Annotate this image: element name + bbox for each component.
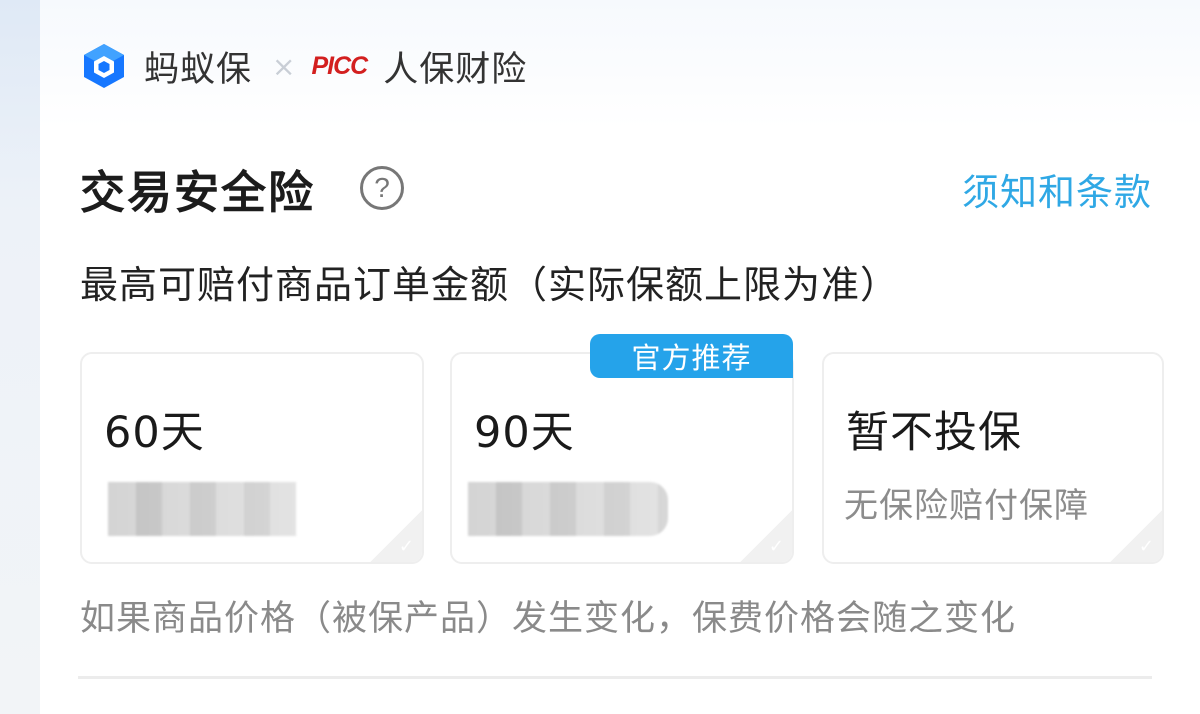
ant-insurance-logo-icon: [78, 40, 130, 92]
option-label: 90天: [474, 408, 575, 458]
blurred-price: [468, 482, 668, 536]
picc-logo: PICC: [311, 51, 368, 80]
option-90-days[interactable]: 90天 ✓: [450, 352, 794, 564]
checkmark-icon: ✓: [740, 510, 792, 562]
checkmark-icon: ✓: [1110, 510, 1162, 562]
blurred-price: [108, 482, 296, 536]
terms-link[interactable]: 须知和条款: [962, 162, 1152, 216]
option-60-days[interactable]: 60天 ✓: [80, 352, 424, 564]
option-label: 暂不投保: [846, 408, 1022, 458]
option-label: 60天: [104, 408, 205, 458]
checkmark-icon: ✓: [370, 510, 422, 562]
price-change-note: 如果商品价格（被保产品）发生变化，保费价格会随之变化: [80, 599, 1017, 639]
divider: [78, 676, 1152, 679]
option-no-insurance[interactable]: 暂不投保 无保险赔付保障 ✓: [822, 352, 1164, 564]
option-description: 无保险赔付保障: [844, 486, 1089, 526]
partner-name: 蚂蚁保: [144, 49, 253, 90]
title-row: 交易安全险 ? 须知和条款: [80, 150, 1152, 222]
question-circle-icon[interactable]: ?: [360, 166, 404, 210]
brand-header: 蚂蚁保 × PICC 人保财险: [78, 40, 527, 92]
brand-separator: ×: [272, 49, 296, 83]
coverage-subtitle: 最高可赔付商品订单金额（实际保额上限为准）: [80, 263, 900, 307]
page-title: 交易安全险: [80, 166, 316, 219]
recommended-badge: 官方推荐: [590, 334, 793, 378]
insurance-card: 蚂蚁保 × PICC 人保财险 交易安全险 ? 须知和条款 最高可赔付商品订单金…: [40, 0, 1200, 714]
insurer-name: 人保财险: [383, 49, 528, 90]
